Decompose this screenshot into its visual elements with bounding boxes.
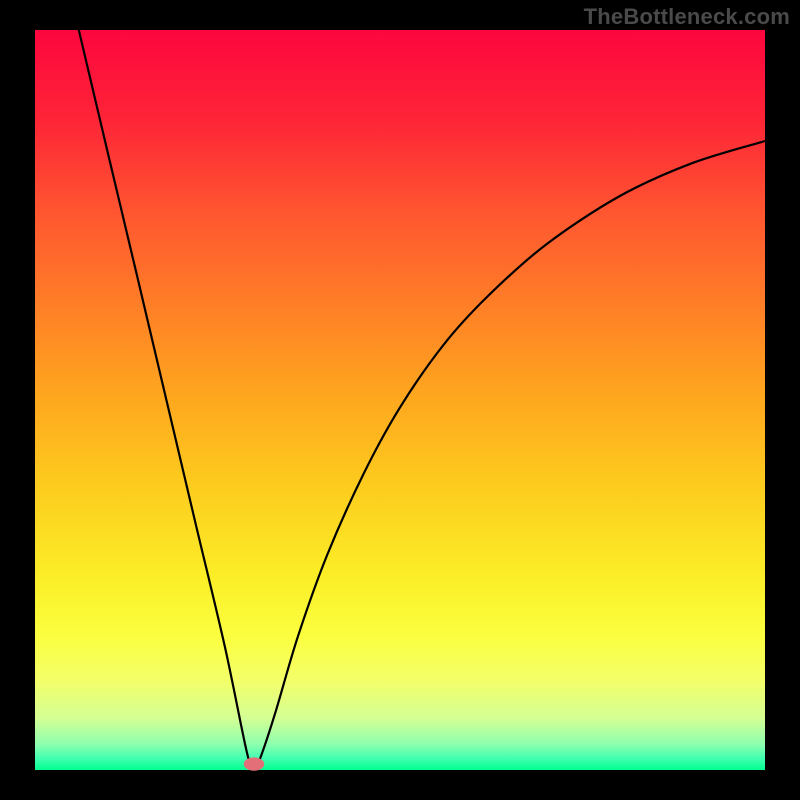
plot-background (35, 30, 765, 770)
bottleneck-chart (0, 0, 800, 800)
chart-frame: TheBottleneck.com (0, 0, 800, 800)
min-marker (244, 757, 264, 770)
